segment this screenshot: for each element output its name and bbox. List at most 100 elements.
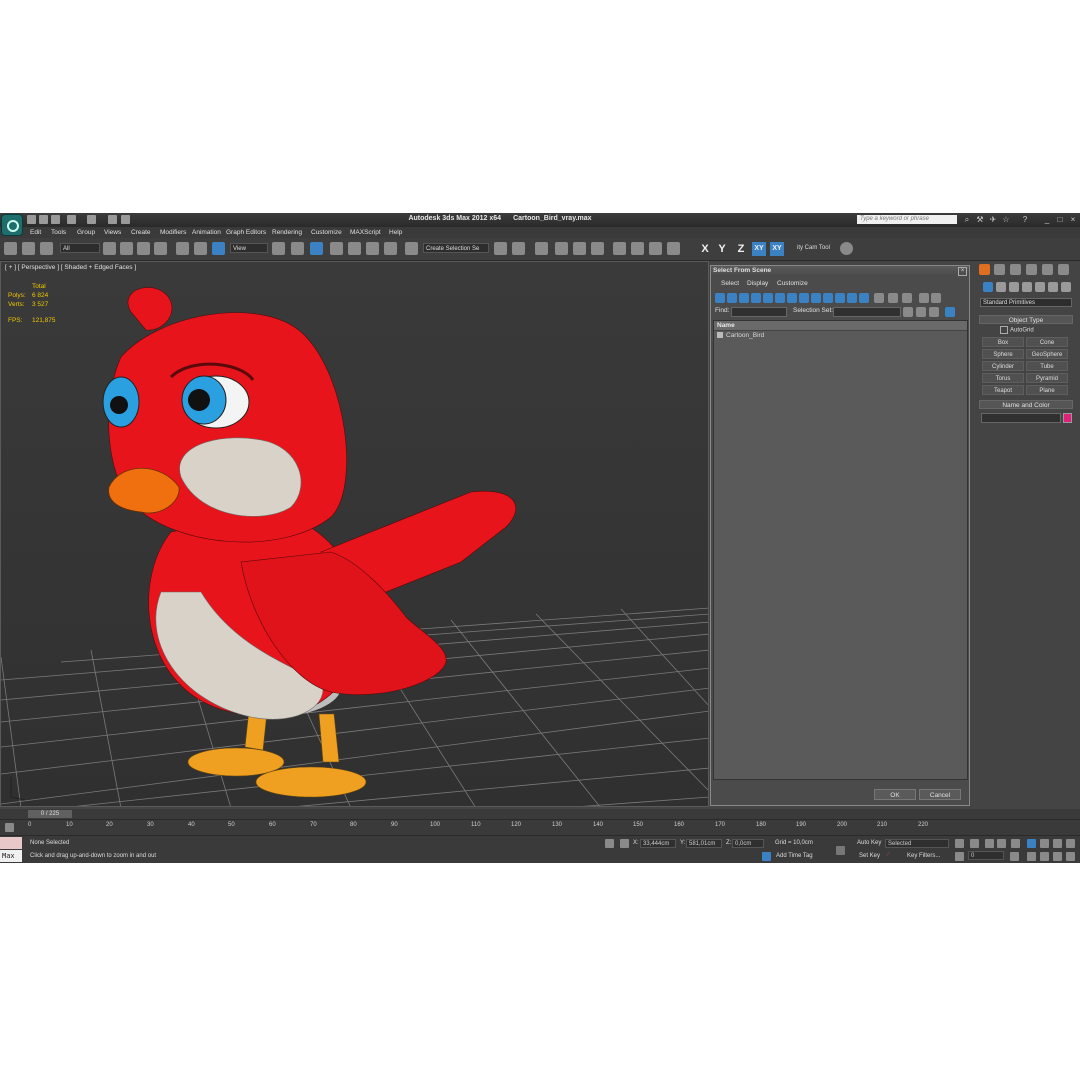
systems-category-icon[interactable] (1061, 282, 1071, 292)
menu-graph-editors[interactable]: Graph Editors (226, 229, 266, 236)
menu-create[interactable]: Create (131, 229, 151, 236)
menu-help[interactable]: Help (389, 229, 402, 236)
manipulate-icon[interactable] (291, 242, 304, 255)
autogrid-checkbox[interactable]: AutoGrid (1000, 326, 1034, 334)
menu-modifiers[interactable]: Modifiers (160, 229, 186, 236)
graphite-ribbon-icon[interactable] (555, 242, 568, 255)
keyboard-shortcut-override-icon[interactable] (310, 242, 323, 255)
utility-globe-icon[interactable] (840, 242, 853, 255)
selection-lock-icon[interactable] (605, 839, 614, 848)
utility-label[interactable]: ity Cam Tool (795, 243, 839, 253)
zoom-all-icon[interactable] (1040, 839, 1049, 848)
x-coordinate-input[interactable]: 33,444cm (640, 839, 676, 848)
communication-icon[interactable]: ✈ (988, 215, 998, 224)
open-mini-curve-editor-icon[interactable] (5, 823, 14, 832)
space-warps-category-icon[interactable] (1048, 282, 1058, 292)
go-to-start-icon[interactable] (955, 839, 964, 848)
tube-button[interactable]: Tube (1026, 361, 1068, 371)
help-icon[interactable]: ? (1020, 215, 1030, 224)
orbit-icon[interactable] (1053, 852, 1062, 861)
dialog-title[interactable]: Select From Scene (711, 266, 969, 276)
current-frame-input[interactable]: 0 (968, 851, 1004, 860)
filter-geometry-icon[interactable] (715, 293, 725, 303)
axis-xy-button[interactable]: XY (752, 242, 766, 256)
key-tangent-icon[interactable]: ⟋ (886, 852, 890, 859)
menu-rendering[interactable]: Rendering (272, 229, 302, 236)
object-type-rollout[interactable]: Object Type (979, 315, 1073, 324)
time-configuration-icon[interactable] (1010, 852, 1019, 861)
axis-x-button[interactable]: X (698, 242, 712, 256)
absolute-mode-icon[interactable] (620, 839, 629, 848)
subscription-icon[interactable]: ⚒ (975, 215, 985, 224)
minimize-icon[interactable]: _ (1042, 215, 1052, 224)
rendered-frame-window-icon[interactable] (649, 242, 662, 255)
selection-filter-dropdown[interactable]: All (60, 243, 100, 253)
z-coordinate-input[interactable]: 0,0cm (732, 839, 764, 848)
find-input[interactable] (731, 307, 787, 317)
cameras-category-icon[interactable] (1022, 282, 1032, 292)
helpers-category-icon[interactable] (1035, 282, 1045, 292)
menu-views[interactable]: Views (104, 229, 121, 236)
search-icon[interactable]: ⌕ (962, 215, 972, 224)
dialog-menu-select[interactable]: Select (721, 280, 739, 287)
create-tab-icon[interactable] (979, 264, 990, 275)
pyramid-button[interactable]: Pyramid (1026, 373, 1068, 383)
reference-coordinate-dropdown[interactable]: View (230, 243, 268, 253)
spinner-snap-icon[interactable] (384, 242, 397, 255)
selection-set-remove-icon[interactable] (916, 307, 926, 317)
auto-key-button[interactable]: Auto Key (857, 840, 881, 846)
maxscript-listener-mini[interactable] (0, 837, 22, 849)
cancel-button[interactable]: Cancel (919, 789, 961, 800)
link-icon[interactable] (4, 242, 17, 255)
maximize-icon[interactable]: □ (1055, 215, 1065, 224)
schematic-view-icon[interactable] (591, 242, 604, 255)
teapot-button[interactable]: Teapot (982, 385, 1024, 395)
set-key-icon[interactable] (836, 846, 845, 855)
shapes-category-icon[interactable] (996, 282, 1006, 292)
filter-lights-icon[interactable] (739, 293, 749, 303)
cone-button[interactable]: Cone (1026, 337, 1068, 347)
time-slider[interactable]: 0 / 225 (28, 810, 72, 818)
render-production-icon[interactable] (667, 242, 680, 255)
maxscript-listener-label[interactable]: Max (0, 850, 22, 862)
ok-button[interactable]: OK (874, 789, 916, 800)
cylinder-button[interactable]: Cylinder (982, 361, 1024, 371)
torus-button[interactable]: Torus (982, 373, 1024, 383)
filter-xrefs-icon[interactable] (799, 293, 809, 303)
field-of-view-icon[interactable] (1027, 852, 1036, 861)
zoom-extents-all-icon[interactable] (1066, 839, 1075, 848)
select-and-move-icon[interactable] (176, 242, 189, 255)
select-and-rotate-icon[interactable] (194, 242, 207, 255)
filter-bones-icon[interactable] (811, 293, 821, 303)
close-icon[interactable]: × (1068, 215, 1078, 224)
selection-set-edit-icon[interactable] (929, 307, 939, 317)
display-invert-icon[interactable] (888, 293, 898, 303)
play-icon[interactable] (985, 839, 994, 848)
zoom-icon[interactable] (1027, 839, 1036, 848)
menu-customize[interactable]: Customize (311, 229, 342, 236)
help-search-input[interactable]: Type a keyword or phrase (857, 215, 957, 224)
favorites-icon[interactable]: ☆ (1001, 215, 1011, 224)
filter-hidden-icon[interactable] (847, 293, 857, 303)
pan-view-icon[interactable] (1040, 852, 1049, 861)
plane-button[interactable]: Plane (1026, 385, 1068, 395)
dialog-menu-customize[interactable]: Customize (777, 280, 808, 287)
menu-maxscript[interactable]: MAXScript (350, 229, 381, 236)
sync-selection-icon[interactable] (945, 307, 955, 317)
axis-y-button[interactable]: Y (715, 242, 729, 256)
app-logo-icon[interactable] (1, 214, 23, 236)
name-and-color-rollout[interactable]: Name and Color (979, 400, 1073, 409)
pivot-center-icon[interactable] (272, 242, 285, 255)
menu-animation[interactable]: Animation (192, 229, 221, 236)
lights-category-icon[interactable] (1009, 282, 1019, 292)
render-setup-icon[interactable] (631, 242, 644, 255)
layer-manager-icon[interactable] (535, 242, 548, 255)
viewport-label[interactable]: [ + ] [ Perspective ] [ Shaded + Edged F… (5, 264, 136, 271)
next-frame-icon[interactable] (997, 839, 1006, 848)
cartoon-bird-model[interactable] (102, 287, 517, 798)
primitive-category-dropdown[interactable]: Standard Primitives (980, 298, 1072, 307)
zoom-extents-icon[interactable] (1053, 839, 1062, 848)
hierarchy-tab-icon[interactable] (1010, 264, 1021, 275)
filter-containers-icon[interactable] (823, 293, 833, 303)
selection-set-dropdown[interactable] (833, 307, 901, 317)
